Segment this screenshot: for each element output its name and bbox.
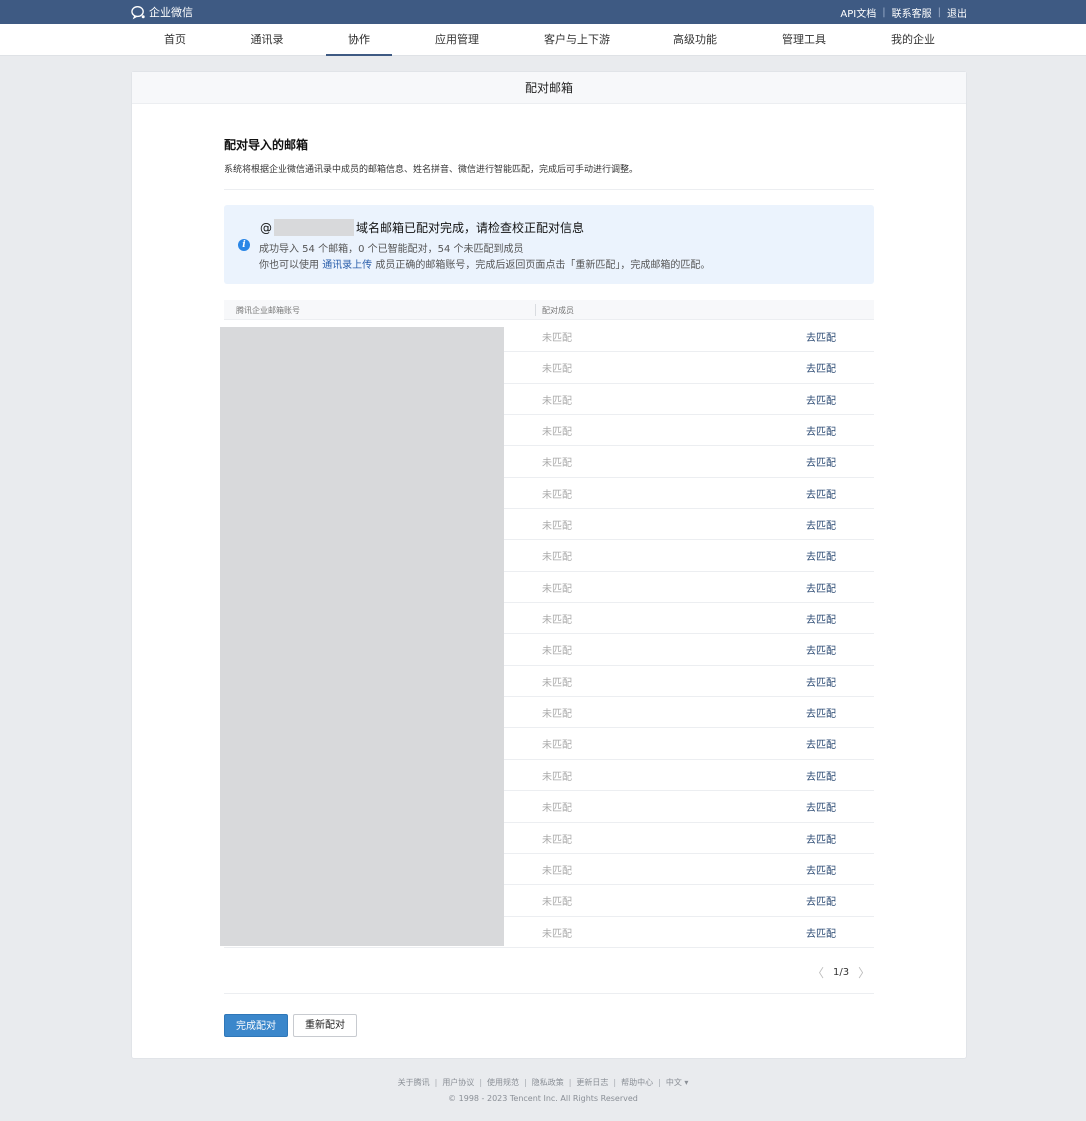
- go-match-link[interactable]: 去匹配: [806, 580, 836, 595]
- go-match-link[interactable]: 去匹配: [806, 642, 836, 657]
- next-page-icon[interactable]: 〉: [858, 964, 870, 981]
- match-status: 未匹配: [542, 333, 572, 344]
- nav-customers[interactable]: 客户与上下游: [539, 24, 615, 56]
- at-sign: @: [260, 220, 272, 235]
- top-links: API文档 | 联系客服 | 退出: [840, 5, 967, 20]
- go-match-link[interactable]: 去匹配: [806, 831, 836, 846]
- finish-pairing-button[interactable]: 完成配对: [224, 1014, 288, 1037]
- divider: [224, 189, 874, 190]
- match-status: 未匹配: [542, 709, 572, 721]
- import-summary: 成功导入 54 个邮箱，0 个已智能配对，54 个未匹配到成员: [259, 244, 524, 255]
- nav-app-management[interactable]: 应用管理: [430, 24, 484, 56]
- go-match-link[interactable]: 去匹配: [806, 392, 836, 407]
- card-title: 配对邮箱: [132, 72, 966, 104]
- go-match-link[interactable]: 去匹配: [806, 329, 836, 344]
- section-title: 配对导入的邮箱: [224, 138, 309, 152]
- match-status: 未匹配: [542, 583, 572, 595]
- main-nav: 首页 通讯录 协作 应用管理 客户与上下游 高级功能 管理工具 我的企业: [0, 24, 1086, 56]
- footer-link-changelog[interactable]: 更新日志: [576, 1078, 608, 1087]
- match-status: 未匹配: [542, 458, 572, 470]
- nav-contacts[interactable]: 通讯录: [247, 24, 287, 56]
- nav-my-enterprise[interactable]: 我的企业: [886, 24, 940, 56]
- go-match-link[interactable]: 去匹配: [806, 799, 836, 814]
- upload-hint-prefix: 你也可以使用: [259, 260, 319, 271]
- match-status: 未匹配: [542, 928, 572, 940]
- nav-advanced[interactable]: 高级功能: [668, 24, 722, 56]
- nav-home[interactable]: 首页: [158, 24, 192, 56]
- column-header-member: 配对成员: [542, 306, 574, 315]
- separator: |: [937, 7, 941, 18]
- top-bar: 企业微信 API文档 | 联系客服 | 退出: [0, 0, 1086, 24]
- nav-collaboration[interactable]: 协作: [326, 24, 392, 56]
- match-status: 未匹配: [542, 521, 572, 533]
- match-status: 未匹配: [542, 427, 572, 439]
- footer-link-help[interactable]: 帮助中心: [621, 1078, 653, 1087]
- api-docs-link[interactable]: API文档: [840, 5, 876, 20]
- separator: |: [882, 7, 886, 18]
- language-selector[interactable]: 中文 ▾: [666, 1078, 689, 1087]
- go-match-link[interactable]: 去匹配: [806, 454, 836, 469]
- match-status: 未匹配: [542, 771, 572, 783]
- info-icon: i: [238, 239, 250, 251]
- brand-logo[interactable]: 企业微信: [131, 4, 193, 20]
- match-status: 未匹配: [542, 615, 572, 627]
- notice-title: @ 域名邮箱已配对完成，请检查校正配对信息: [260, 219, 584, 236]
- footer-link-usage-rules[interactable]: 使用规范: [487, 1078, 519, 1087]
- section-description: 系统将根据企业微信通讯录中成员的邮箱信息、姓名拼音、微信进行智能匹配，完成后可手…: [224, 165, 639, 175]
- nav-admin-tools[interactable]: 管理工具: [777, 24, 831, 56]
- divider: [224, 993, 874, 994]
- notice-title-text: 域名邮箱已配对完成，请检查校正配对信息: [356, 221, 585, 235]
- footer-links: 关于腾讯 | 用户协议 | 使用规范 | 隐私政策 | 更新日志 | 帮助中心 | 中文 ▾: [397, 1078, 689, 1087]
- wework-logo-icon: [131, 5, 145, 19]
- match-status: 未匹配: [542, 897, 572, 909]
- go-match-link[interactable]: 去匹配: [806, 736, 836, 751]
- logout-link[interactable]: 退出: [947, 5, 967, 20]
- pair-mailbox-card: 配对邮箱 配对导入的邮箱 系统将根据企业微信通讯录中成员的邮箱信息、姓名拼音、微…: [131, 71, 967, 1059]
- go-match-link[interactable]: 去匹配: [806, 768, 836, 783]
- pagination: 〈 1/3 〉: [812, 964, 870, 981]
- page-indicator: 1/3: [833, 967, 850, 978]
- match-status: 未匹配: [542, 803, 572, 815]
- re-pair-button[interactable]: 重新配对: [293, 1014, 357, 1037]
- go-match-link[interactable]: 去匹配: [806, 674, 836, 689]
- footer-link-about[interactable]: 关于腾讯: [398, 1078, 430, 1087]
- match-status: 未匹配: [542, 834, 572, 846]
- table-header: 腾讯企业邮箱账号 配对成员: [224, 300, 874, 320]
- match-status: 未匹配: [542, 677, 572, 689]
- go-match-link[interactable]: 去匹配: [806, 893, 836, 908]
- upload-hint-suffix: 成员正确的邮箱账号，完成后返回页面点击「重新匹配」，完成邮箱的匹配。: [375, 260, 711, 271]
- match-status: 未匹配: [542, 395, 572, 407]
- brand-name: 企业微信: [149, 6, 193, 19]
- go-match-link[interactable]: 去匹配: [806, 611, 836, 626]
- go-match-link[interactable]: 去匹配: [806, 423, 836, 438]
- copyright: © 1998 - 2023 Tencent Inc. All Rights Re…: [448, 1094, 638, 1103]
- go-match-link[interactable]: 去匹配: [806, 925, 836, 940]
- go-match-link[interactable]: 去匹配: [806, 862, 836, 877]
- match-status: 未匹配: [542, 646, 572, 658]
- column-header-email: 腾讯企业邮箱账号: [236, 306, 300, 315]
- info-notice: i @ 域名邮箱已配对完成，请检查校正配对信息 成功导入 54 个邮箱，0 个已…: [224, 205, 874, 284]
- match-status: 未匹配: [542, 740, 572, 752]
- contacts-upload-link[interactable]: 通讯录上传: [322, 260, 372, 271]
- footer-link-privacy[interactable]: 隐私政策: [532, 1078, 564, 1087]
- go-match-link[interactable]: 去匹配: [806, 517, 836, 532]
- match-status: 未匹配: [542, 489, 572, 501]
- go-match-link[interactable]: 去匹配: [806, 705, 836, 720]
- match-status: 未匹配: [542, 865, 572, 877]
- match-status: 未匹配: [542, 552, 572, 564]
- match-status: 未匹配: [542, 364, 572, 376]
- upload-hint: 你也可以使用 通讯录上传 成员正确的邮箱账号，完成后返回页面点击「重新匹配」，完…: [259, 256, 710, 271]
- redacted-domain: [274, 219, 354, 236]
- go-match-link[interactable]: 去匹配: [806, 360, 836, 375]
- prev-page-icon[interactable]: 〈: [812, 964, 824, 981]
- go-match-link[interactable]: 去匹配: [806, 486, 836, 501]
- column-separator: [535, 304, 536, 316]
- redacted-email-column: [220, 327, 504, 946]
- contact-support-link[interactable]: 联系客服: [892, 5, 932, 20]
- footer-link-agreement[interactable]: 用户协议: [442, 1078, 474, 1087]
- go-match-link[interactable]: 去匹配: [806, 548, 836, 563]
